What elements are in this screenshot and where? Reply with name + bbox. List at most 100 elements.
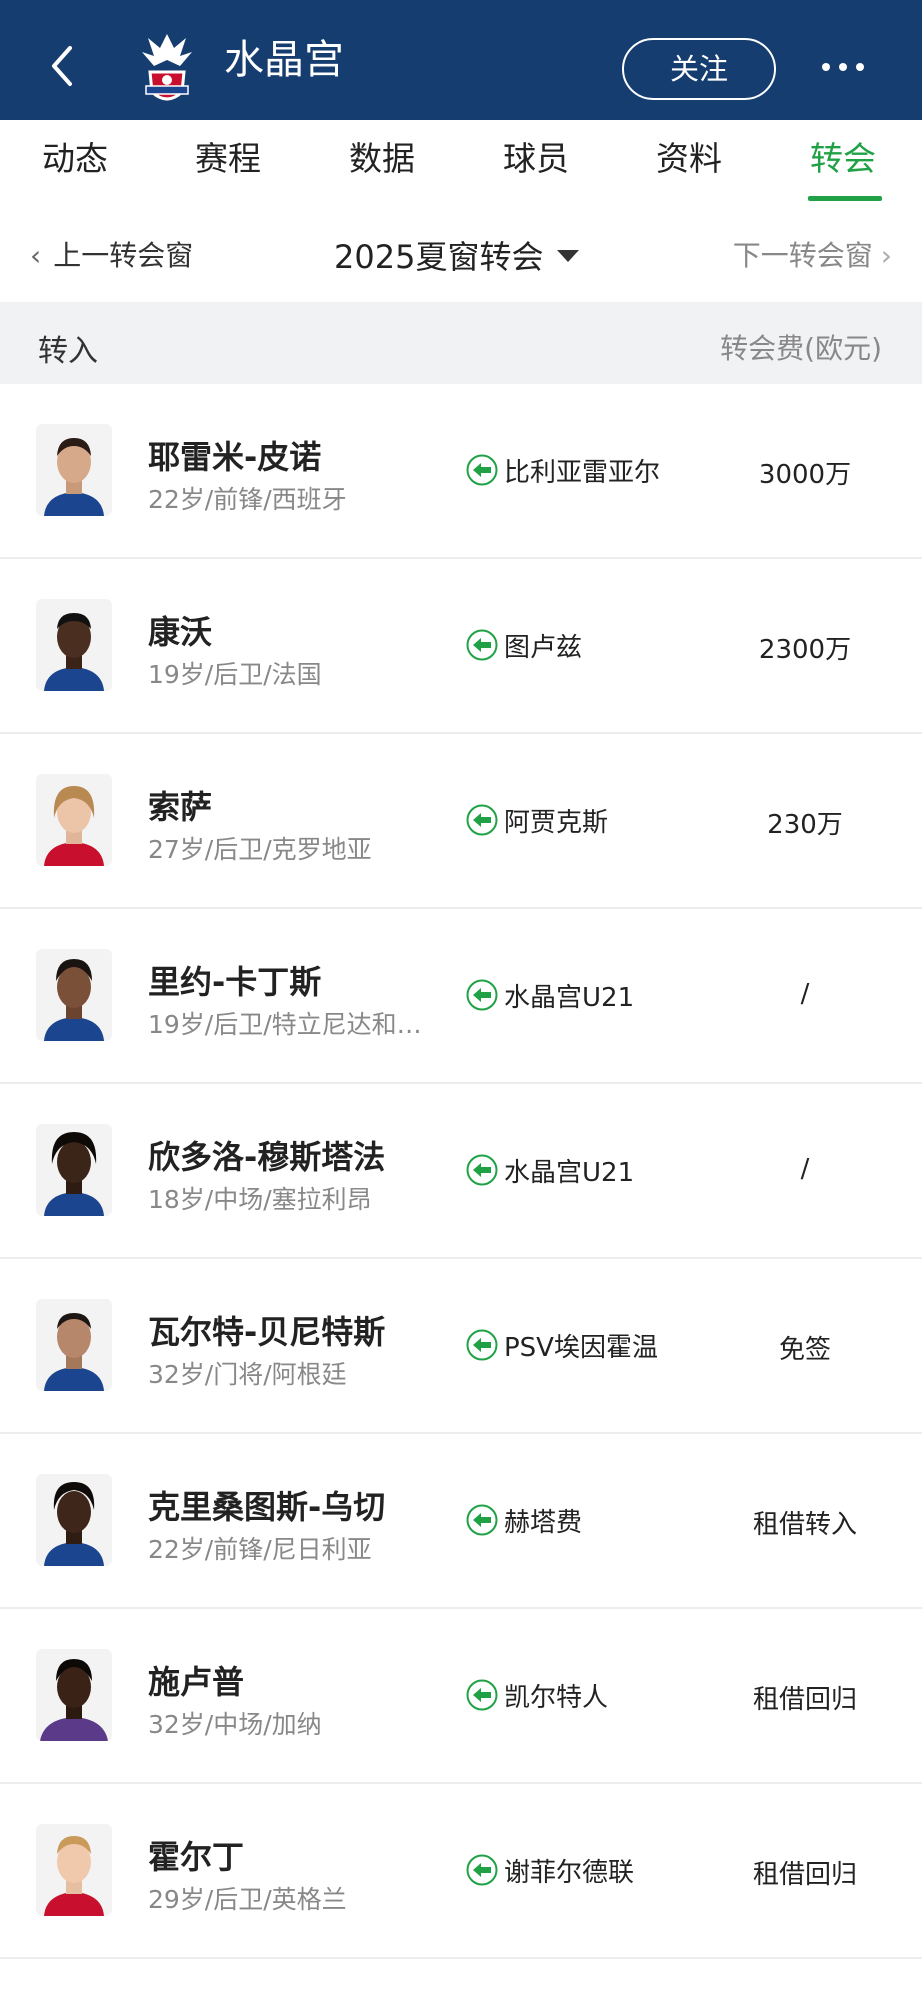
player-avatar <box>36 1124 112 1216</box>
from-club: 谢菲尔德联 <box>466 1852 634 1888</box>
player-meta: 32岁/门将/阿根廷 <box>148 1360 347 1389</box>
player-avatar <box>36 949 112 1041</box>
transfer-in-icon <box>466 1154 498 1186</box>
player-name: 耶雷米-皮诺 <box>148 438 322 476</box>
caret-down-icon <box>557 250 580 262</box>
from-club-name: 图卢兹 <box>504 632 583 663</box>
section-title: 转入 <box>38 334 98 369</box>
window-dropdown-label: 2025夏窗转会 <box>334 238 544 276</box>
player-meta: 27岁/后卫/克罗地亚 <box>148 835 372 864</box>
transfer-in-icon <box>466 454 498 486</box>
transfer-in-icon <box>466 629 498 661</box>
transfer-in-icon <box>466 1504 498 1536</box>
transfer-in-icon <box>466 1854 498 1886</box>
player-meta: 18岁/中场/塞拉利昂 <box>148 1185 372 1214</box>
from-club-name: 凯尔特人 <box>504 1682 609 1713</box>
from-club-name: 水晶宫U21 <box>504 982 635 1013</box>
active-tab-indicator <box>808 196 882 201</box>
player-name: 霍尔丁 <box>148 1838 245 1876</box>
from-club-name: 水晶宫U21 <box>504 1157 635 1188</box>
transfer-in-icon <box>466 1329 498 1361</box>
tab-news[interactable]: 动态 <box>42 142 108 175</box>
follow-button[interactable]: 关注 <box>622 38 776 100</box>
tab-transfers[interactable]: 转会 <box>810 142 876 175</box>
transfer-in-icon <box>466 1679 498 1711</box>
player-name: 欣多洛-穆斯塔法 <box>148 1138 386 1176</box>
transfer-row[interactable]: 霍尔丁 29岁/后卫/英格兰 谢菲尔德联 租借回归 <box>0 1784 922 1959</box>
chevron-right-icon: › <box>880 239 892 272</box>
transfer-fee: / <box>800 979 810 1009</box>
transfer-fee: 免签 <box>778 1335 831 1365</box>
player-avatar <box>36 599 112 691</box>
from-club-name: 阿贾克斯 <box>504 807 609 838</box>
from-club: PSV埃因霍温 <box>466 1327 658 1363</box>
transfer-row[interactable]: 施卢普 32岁/中场/加纳 凯尔特人 租借回归 <box>0 1609 922 1784</box>
from-club: 凯尔特人 <box>466 1677 608 1713</box>
page-title: 水晶宫 <box>224 37 344 83</box>
player-name: 瓦尔特-贝尼特斯 <box>148 1313 386 1351</box>
player-meta: 22岁/前锋/西班牙 <box>148 485 347 514</box>
app-header: 水晶宫 关注 <box>0 0 922 120</box>
player-avatar <box>36 424 112 516</box>
transfer-row[interactable]: 里约-卡丁斯 19岁/后卫/特立尼达和… 水晶宫U21 / <box>0 909 922 1084</box>
transfer-window-bar: ‹ 上一转会窗 2025夏窗转会 下一转会窗 › <box>0 206 922 302</box>
player-name: 康沃 <box>148 613 213 651</box>
transfer-fee: 租借回归 <box>752 1685 857 1715</box>
transfer-row[interactable]: 康沃 19岁/后卫/法国 图卢兹 2300万 <box>0 559 922 734</box>
from-club-name: 赫塔费 <box>504 1507 583 1538</box>
player-name: 里约-卡丁斯 <box>148 963 322 1001</box>
transfer-row[interactable]: 欣多洛-穆斯塔法 18岁/中场/塞拉利昂 水晶宫U21 / <box>0 1084 922 1259</box>
tab-schedule[interactable]: 赛程 <box>195 142 261 175</box>
player-name: 施卢普 <box>148 1663 245 1701</box>
tab-profile[interactable]: 资料 <box>656 142 722 175</box>
player-avatar <box>36 1299 112 1391</box>
transfer-row[interactable]: 克里桑图斯-乌切 22岁/前锋/尼日利亚 赫塔费 租借转入 <box>0 1434 922 1609</box>
transfer-row[interactable]: 瓦尔特-贝尼特斯 32岁/门将/阿根廷 PSV埃因霍温 免签 <box>0 1259 922 1434</box>
transfer-fee: 3000万 <box>758 460 852 490</box>
from-club-name: 比利亚雷亚尔 <box>504 457 661 488</box>
transfer-list: 耶雷米-皮诺 22岁/前锋/西班牙 比利亚雷亚尔 3000万 康沃 19岁/后卫… <box>0 384 922 1959</box>
from-club: 比利亚雷亚尔 <box>466 452 660 488</box>
from-club: 水晶宫U21 <box>466 977 634 1013</box>
player-meta: 19岁/后卫/特立尼达和… <box>148 1010 422 1039</box>
fee-column-header: 转会费(欧元) <box>720 332 882 365</box>
next-window-button[interactable]: 下一转会窗 › <box>733 234 892 274</box>
from-club: 赫塔费 <box>466 1502 582 1538</box>
from-club-name: 谢菲尔德联 <box>504 1857 635 1888</box>
player-avatar <box>36 1824 112 1916</box>
transfer-fee: 230万 <box>767 810 843 840</box>
player-avatar <box>36 1649 112 1741</box>
player-name: 索萨 <box>148 788 213 826</box>
from-club: 图卢兹 <box>466 627 582 663</box>
transfer-in-icon <box>466 804 498 836</box>
prev-window-label: 上一转会窗 <box>53 239 194 272</box>
window-dropdown[interactable]: 2025夏窗转会 <box>334 232 580 278</box>
tab-bar: 动态 赛程 数据 球员 资料 转会 <box>0 120 922 206</box>
player-meta: 29岁/后卫/英格兰 <box>148 1885 347 1914</box>
from-club-name: PSV埃因霍温 <box>504 1332 658 1363</box>
transfer-fee: 2300万 <box>758 635 852 665</box>
player-avatar <box>36 774 112 866</box>
player-avatar <box>36 1474 112 1566</box>
section-header: 转入 转会费(欧元) <box>0 302 922 384</box>
club-crest-icon <box>138 30 196 108</box>
transfer-fee: 租借转入 <box>752 1510 857 1540</box>
from-club: 水晶宫U21 <box>466 1152 634 1188</box>
tab-players[interactable]: 球员 <box>503 142 569 175</box>
more-options-icon[interactable] <box>818 48 868 84</box>
chevron-left-icon: ‹ <box>30 239 42 272</box>
player-meta: 32岁/中场/加纳 <box>148 1710 322 1739</box>
prev-window-button[interactable]: ‹ 上一转会窗 <box>30 234 193 274</box>
transfer-in-icon <box>466 979 498 1011</box>
transfer-fee: / <box>800 1154 810 1184</box>
transfer-row[interactable]: 耶雷米-皮诺 22岁/前锋/西班牙 比利亚雷亚尔 3000万 <box>0 384 922 559</box>
player-name: 克里桑图斯-乌切 <box>148 1488 386 1526</box>
back-arrow-icon[interactable] <box>44 44 84 88</box>
next-window-label: 下一转会窗 <box>732 239 873 272</box>
player-meta: 22岁/前锋/尼日利亚 <box>148 1535 372 1564</box>
player-meta: 19岁/后卫/法国 <box>148 660 322 689</box>
list-continuation <box>0 1960 922 2000</box>
transfer-row[interactable]: 索萨 27岁/后卫/克罗地亚 阿贾克斯 230万 <box>0 734 922 909</box>
transfer-fee: 租借回归 <box>752 1860 857 1890</box>
tab-stats[interactable]: 数据 <box>349 142 415 175</box>
